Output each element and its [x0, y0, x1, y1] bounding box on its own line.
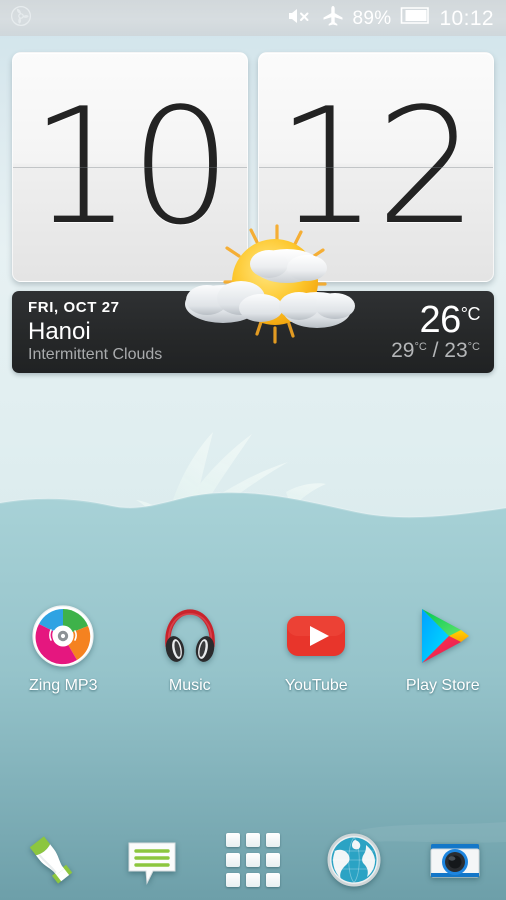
app-youtube[interactable]: YouTube — [253, 604, 380, 714]
phone-icon — [22, 831, 80, 889]
grid-cell — [246, 873, 260, 887]
weather-widget[interactable]: FRI, OCT 27 Hanoi Intermittent Clouds 26… — [12, 291, 494, 373]
globe-icon — [325, 831, 383, 889]
home-screen-app-row[interactable]: Zing MP3 Music YouTube Play Store — [0, 604, 506, 714]
dock-item-browser[interactable] — [304, 820, 405, 900]
clock-hours-label: 10 — [30, 73, 232, 260]
grid-cell — [266, 833, 280, 847]
weather-location-block: FRI, OCT 27 Hanoi Intermittent Clouds — [28, 299, 162, 365]
dock-item-phone[interactable] — [0, 820, 101, 900]
weather-low-unit: °C — [467, 341, 480, 353]
dock-item-camera[interactable] — [405, 820, 506, 900]
app-label: Music — [168, 677, 211, 694]
headphones-icon — [158, 604, 222, 668]
battery-percent-label: 89% — [352, 7, 392, 29]
grid-cell — [226, 853, 240, 867]
app-label: Play Store — [405, 677, 480, 694]
grid-cell — [246, 853, 260, 867]
weather-temperature-block: 26°C 29°C / 23°C — [391, 298, 481, 362]
weather-range-separator: / — [426, 339, 445, 362]
weather-city-label: Hanoi — [28, 317, 91, 345]
flip-clock-widget[interactable]: 10 12 — [12, 52, 494, 282]
clock-minutes-card[interactable]: 12 — [258, 52, 494, 282]
status-bar[interactable]: 89% 10:12 — [0, 0, 506, 36]
camera-icon — [426, 831, 484, 889]
dock-item-app-drawer[interactable] — [202, 820, 303, 900]
weather-condition-label: Intermittent Clouds — [28, 346, 163, 364]
zing-mp3-icon — [31, 604, 95, 668]
weather-current-temp: 26°C — [419, 298, 481, 341]
app-label: Zing MP3 — [29, 677, 98, 694]
weather-date-label: FRI, OCT 27 — [28, 298, 120, 316]
grid-icon — [226, 833, 280, 887]
app-music[interactable]: Music — [127, 604, 254, 714]
message-bubble-icon — [123, 831, 181, 889]
clock-hours-card[interactable]: 10 — [12, 52, 248, 282]
grid-cell — [266, 873, 280, 887]
weather-high-unit: °C — [414, 341, 427, 353]
pinwheel-notification-icon — [10, 5, 32, 32]
weather-current-temp-value: 26 — [419, 298, 462, 341]
app-play-store[interactable]: Play Store — [380, 604, 506, 714]
grid-cell — [226, 833, 240, 847]
status-bar-clock: 10:12 — [439, 6, 494, 30]
weather-current-temp-unit: °C — [460, 303, 481, 324]
app-zing-mp3[interactable]: Zing MP3 — [0, 604, 127, 714]
airplane-mode-icon — [322, 5, 344, 32]
dock[interactable] — [0, 820, 506, 900]
status-bar-system-icons[interactable]: 89% 10:12 — [287, 5, 495, 32]
weather-high-low: 29°C / 23°C — [391, 339, 480, 362]
youtube-icon — [284, 604, 348, 668]
mute-icon — [287, 6, 313, 31]
play-store-icon — [411, 604, 475, 668]
grid-cell — [246, 833, 260, 847]
grid-cell — [266, 853, 280, 867]
dock-item-messages[interactable] — [101, 820, 202, 900]
app-label: YouTube — [284, 677, 348, 694]
grid-cell — [226, 873, 240, 887]
battery-icon — [400, 7, 430, 29]
clock-minutes-label: 12 — [276, 73, 478, 260]
weather-low-value: 23 — [444, 339, 468, 362]
status-bar-notifications[interactable] — [10, 5, 32, 32]
weather-high-value: 29 — [391, 339, 415, 362]
